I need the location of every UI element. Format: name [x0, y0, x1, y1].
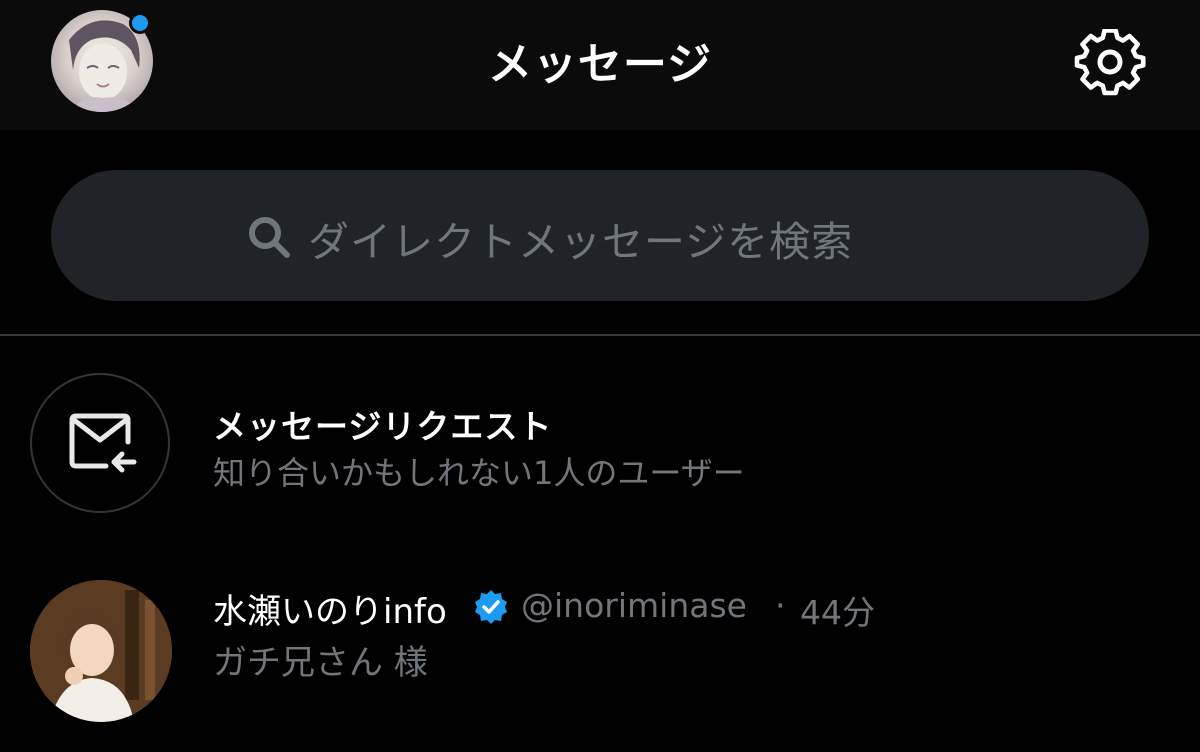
- search-icon: [246, 214, 292, 260]
- conversation-time: 44分: [800, 593, 875, 632]
- gear-icon: [1074, 28, 1146, 96]
- message-requests-title: メッセージリクエスト: [213, 407, 553, 446]
- search-placeholder: ダイレクトメッセージを検索: [308, 218, 854, 266]
- conversation-handle: @inoriminase: [521, 586, 747, 625]
- conversation-preview: ガチ兄さん 様: [213, 643, 428, 683]
- message-requests-subtitle: 知り合いかもしれない1人のユーザー: [213, 454, 745, 492]
- page-title: メッセージ: [487, 39, 713, 90]
- divider: [0, 334, 1200, 336]
- message-requests-row[interactable]: [0, 360, 1200, 530]
- verified-badge-icon: [472, 588, 510, 626]
- conversation-name: 水瀬いのりinfo: [213, 592, 447, 632]
- mail-incoming-icon: [68, 412, 138, 474]
- conversation-avatar-photo: [30, 580, 172, 722]
- conversation-avatar[interactable]: [30, 580, 172, 722]
- settings-button[interactable]: [1074, 28, 1146, 101]
- conversation-separator: ·: [775, 586, 786, 625]
